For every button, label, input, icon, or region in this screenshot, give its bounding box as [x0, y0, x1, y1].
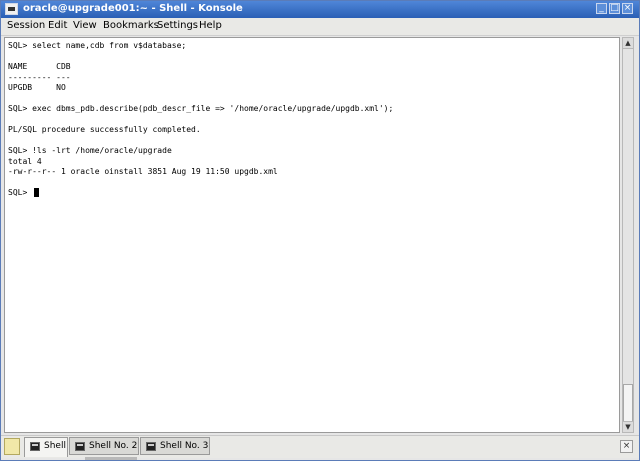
window-title: oracle@upgrade001:~ - Shell - Konsole — [23, 3, 243, 14]
close-button[interactable]: × — [622, 3, 633, 14]
terminal-line: NAME CDB — [8, 62, 71, 71]
scroll-down-arrow-icon[interactable]: ▼ — [623, 421, 633, 432]
terminal-line: total 4 — [8, 156, 42, 166]
terminal-line: SQL> !ls -lrt /home/oracle/upgrade — [8, 146, 172, 155]
tab-label: Shell No. 3 — [160, 441, 209, 451]
terminal-prompt-line: SQL> — [8, 188, 40, 197]
konsole-window: oracle@upgrade001:~ - Shell - Konsole _ … — [0, 0, 640, 461]
tab-shell-no-2[interactable]: Shell No. 2 — [69, 437, 139, 455]
terminal-output[interactable]: SQL> select name,cdb from v$database; NA… — [4, 37, 620, 433]
new-tab-icon[interactable] — [4, 438, 20, 455]
terminal-line: --------- --- — [8, 72, 71, 82]
text-cursor — [34, 188, 40, 197]
taskbar-fragment — [85, 457, 137, 460]
terminal-tab-icon — [30, 442, 40, 451]
tab-bar: Shell Shell No. 2 Shell No. 3 × — [1, 435, 639, 458]
tab-label: Shell — [44, 441, 66, 451]
close-tab-icon[interactable]: × — [620, 440, 633, 453]
terminal-tab-icon — [146, 442, 156, 451]
minimize-button[interactable]: _ — [596, 3, 607, 14]
menu-bookmarks[interactable]: Bookmarks — [103, 20, 159, 31]
menu-bar: Session Edit View Bookmarks Settings Hel… — [1, 18, 639, 36]
terminal-line: -rw-r--r-- 1 oracle oinstall 3851 Aug 19… — [8, 167, 278, 176]
terminal-line: SQL> select name,cdb from v$database; — [8, 41, 187, 50]
terminal-icon[interactable] — [5, 3, 18, 15]
scroll-up-arrow-icon[interactable]: ▲ — [623, 38, 633, 49]
tab-shell-no-3[interactable]: Shell No. 3 — [140, 437, 210, 455]
vertical-scrollbar[interactable]: ▲ ▼ — [622, 37, 634, 433]
scroll-thumb[interactable] — [623, 384, 633, 422]
menu-edit[interactable]: Edit — [48, 20, 67, 31]
menu-session[interactable]: Session — [7, 20, 45, 31]
title-bar[interactable]: oracle@upgrade001:~ - Shell - Konsole _ … — [1, 1, 639, 18]
menu-settings[interactable]: Settings — [157, 20, 198, 31]
menu-view[interactable]: View — [73, 20, 97, 31]
terminal-tab-icon — [75, 442, 85, 451]
terminal-line: PL/SQL procedure successfully completed. — [8, 125, 201, 134]
maximize-button[interactable]: □ — [609, 3, 620, 14]
menu-help[interactable]: Help — [199, 20, 222, 31]
tab-label: Shell No. 2 — [89, 441, 138, 451]
terminal-line: UPGDB NO — [8, 83, 66, 92]
terminal-line: SQL> exec dbms_pdb.describe(pdb_descr_fi… — [8, 104, 394, 113]
terminal-prompt: SQL> — [8, 188, 33, 197]
tab-shell[interactable]: Shell — [24, 437, 68, 457]
